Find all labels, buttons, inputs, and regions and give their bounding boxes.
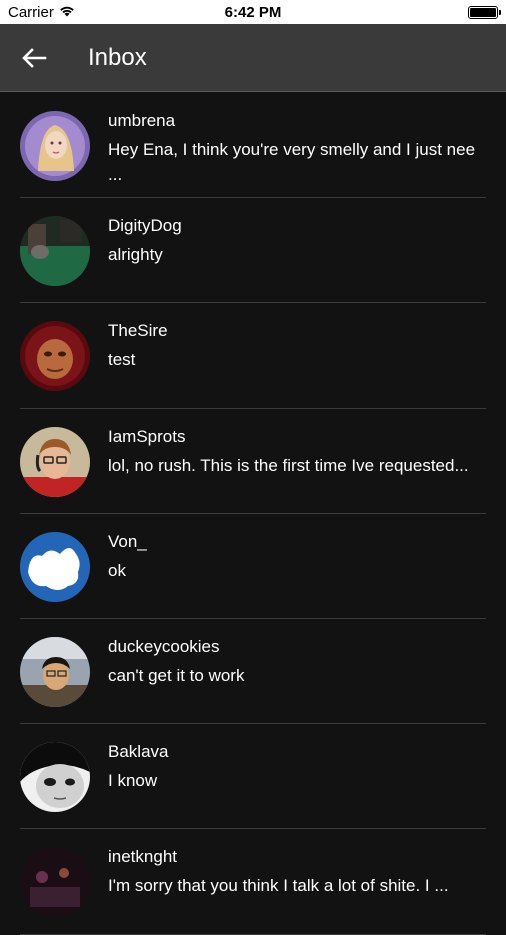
back-button[interactable]: [18, 44, 50, 72]
conversation-preview: I'm sorry that you think I talk a lot of…: [108, 876, 449, 896]
conversation-preview: I know: [108, 771, 158, 791]
conversation-name: umbrena: [108, 111, 176, 130]
conversation-preview: lol, no rush. This is the first time Ive…: [108, 455, 469, 475]
avatar: [20, 847, 90, 918]
conversation-row[interactable]: umbrena Hey Ena, I think you're very sme…: [0, 93, 506, 199]
avatar: [20, 636, 90, 707]
conversation-name: DigityDog: [108, 216, 182, 236]
avatar: [20, 111, 90, 181]
conversation-name: Von_: [108, 531, 147, 551]
conversation-row[interactable]: DigityDog alrighty: [0, 198, 506, 304]
conversation-row[interactable]: Baklava I know: [0, 724, 506, 830]
avatar: [20, 742, 90, 813]
conversation-row[interactable]: IamSprots lol, no rush. This is the firs…: [0, 409, 506, 514]
conversation-name: duckeycookies: [108, 636, 220, 656]
conversation-row[interactable]: Von_ ok: [0, 514, 506, 619]
conversation-preview: can't get it to work: [108, 665, 245, 685]
conversation-row[interactable]: duckeycookies can't get it to work: [0, 619, 506, 725]
conversation-name: TheSire: [108, 321, 168, 341]
conversation-preview: alrighty: [108, 245, 163, 265]
app-bar: Inbox: [0, 24, 506, 92]
conversation-preview: Hey Ena, I think you're very smelly and …: [108, 140, 476, 184]
conversation-name: inetknght: [108, 847, 177, 867]
avatar: [20, 321, 90, 392]
status-time: 6:42 PM: [224, 4, 282, 21]
battery-icon: [468, 6, 501, 19]
divider: [20, 933, 486, 935]
avatar: [20, 531, 90, 602]
avatar: [20, 426, 90, 497]
status-bar: Carrier 6:42 PM: [0, 0, 506, 24]
conversation-name: IamSprots: [108, 426, 186, 446]
conversation-preview: ok: [108, 560, 126, 580]
conversation-list: umbrena Hey Ena, I think you're very sme…: [0, 93, 506, 935]
page-title: Inbox: [88, 44, 147, 71]
conversation-name: Baklava: [108, 742, 169, 762]
conversation-row[interactable]: TheSire test: [0, 303, 506, 409]
conversation-row[interactable]: inetknght I'm sorry that you think I tal…: [0, 829, 506, 935]
arrow-left-icon: [22, 48, 47, 68]
avatar: [20, 216, 90, 287]
conversation-preview: test: [108, 350, 136, 370]
